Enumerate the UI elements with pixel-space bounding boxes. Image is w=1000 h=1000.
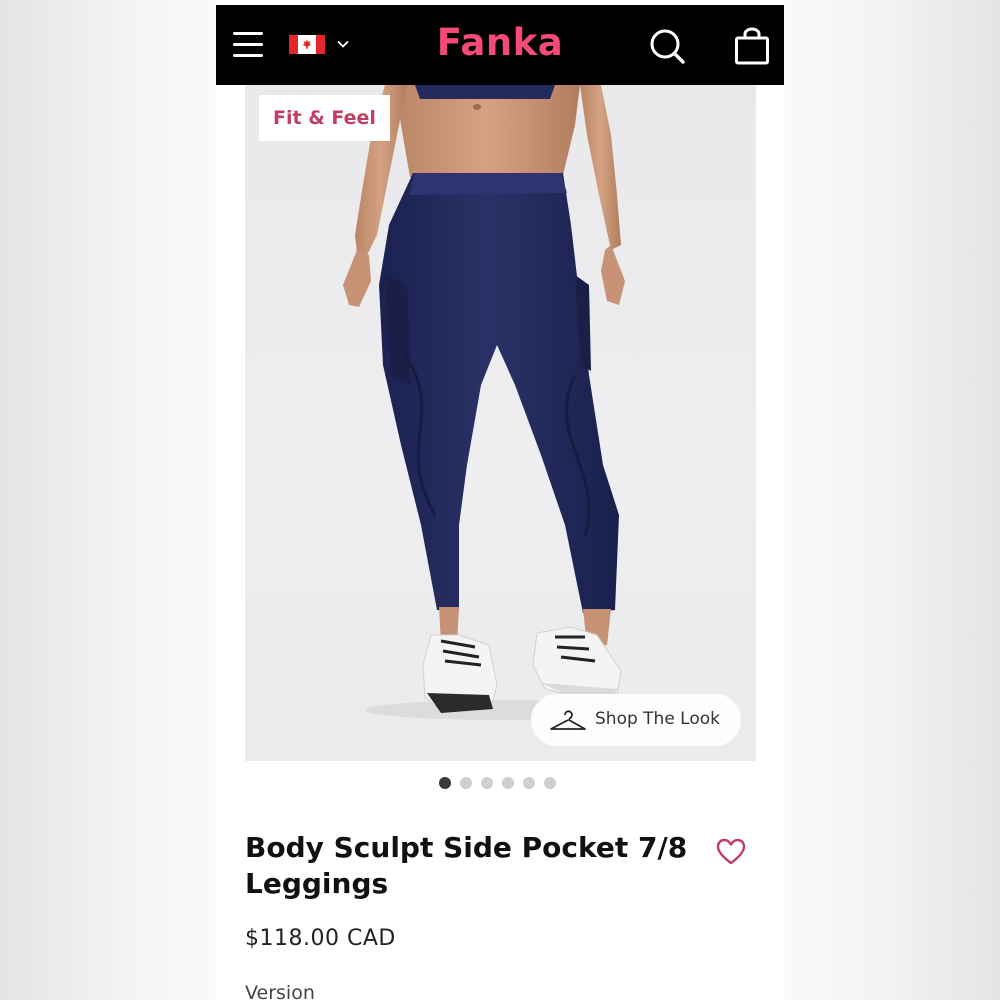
hanger-icon [550, 710, 586, 730]
product-image[interactable]: Fit & Feel Shop The Look [245, 85, 756, 761]
search-icon[interactable] [648, 27, 686, 65]
fit-and-feel-badge[interactable]: Fit & Feel [259, 95, 390, 141]
version-label: Version [245, 982, 315, 1000]
product-price: $118.00 CAD [245, 926, 396, 951]
hamburger-menu-icon[interactable] [233, 30, 265, 60]
canada-flag-icon[interactable] [289, 35, 325, 54]
brand-logo[interactable]: Fanka [437, 21, 564, 64]
gallery-dot-6[interactable] [544, 777, 556, 789]
shopping-bag-icon[interactable] [734, 27, 770, 65]
phone-screen: Fanka Fit & Feel Shop The Look Body Scul… [216, 0, 784, 1000]
shop-the-look-label: Shop The Look [595, 709, 721, 729]
gallery-dot-5[interactable] [523, 777, 535, 789]
chevron-down-icon[interactable] [336, 37, 350, 51]
gallery-dot-3[interactable] [481, 777, 493, 789]
site-header: Fanka [216, 5, 784, 85]
shop-the-look-button[interactable]: Shop The Look [531, 694, 741, 746]
heart-icon[interactable] [716, 838, 746, 866]
product-title: Body Sculpt Side Pocket 7/8 Leggings [245, 831, 688, 900]
gallery-dot-1[interactable] [439, 777, 451, 789]
gallery-dot-2[interactable] [460, 777, 472, 789]
gallery-pagination [439, 774, 565, 789]
gallery-dot-4[interactable] [502, 777, 514, 789]
product-photo [343, 85, 645, 720]
